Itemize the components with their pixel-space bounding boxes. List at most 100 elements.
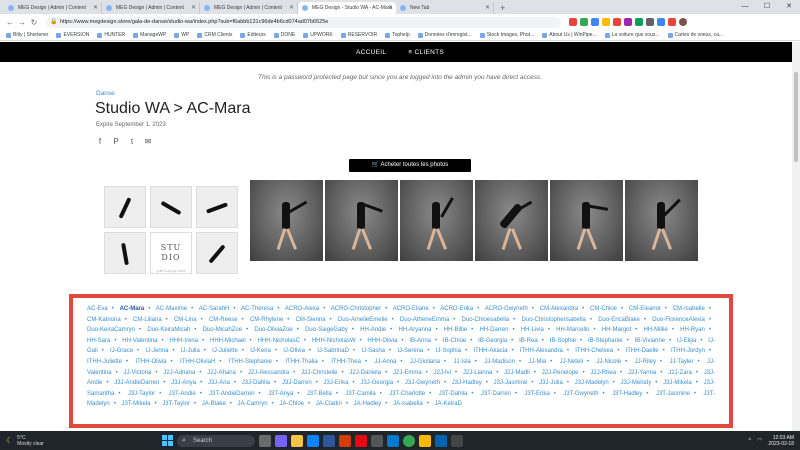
browser-tab[interactable]: MEG Design | Admin | Content ✕: [4, 2, 102, 14]
bookmark-item[interactable]: ManageWP: [133, 32, 166, 38]
client-name-link[interactable]: CM-Sienna: [296, 317, 326, 323]
client-name-link[interactable]: ITHH-Jordyn: [671, 348, 705, 354]
client-name-link[interactable]: J3J-Dahlia: [242, 380, 270, 386]
client-name-link[interactable]: J3J-Mikela: [663, 380, 692, 386]
photo-collage[interactable]: STU DIO JoBi Cottrupt 2023: [104, 186, 240, 276]
extension-icon[interactable]: [602, 18, 610, 26]
buy-all-photos-button[interactable]: 🛒 Acheter toutes les photos: [349, 159, 471, 172]
client-name-link[interactable]: JA-Chloe: [279, 401, 304, 407]
client-name-link[interactable]: ITHH-Thalia: [285, 359, 317, 365]
word-icon[interactable]: [323, 434, 335, 447]
close-tab-icon[interactable]: ✕: [289, 2, 294, 14]
client-name-link[interactable]: J3J-Anya: [171, 380, 196, 386]
close-tab-icon[interactable]: ✕: [388, 2, 393, 14]
close-tab-icon[interactable]: ✕: [93, 2, 98, 14]
category-link[interactable]: Danse: [96, 90, 115, 97]
client-name-link[interactable]: J2J-Zara: [668, 370, 692, 376]
client-name-link[interactable]: CM-Isabelle: [673, 306, 705, 312]
twitter-icon[interactable]: t: [128, 137, 136, 146]
client-name-link[interactable]: J2J-Yanna: [628, 370, 656, 376]
client-name-link[interactable]: ITHH-OliviaH: [180, 359, 215, 365]
client-name-link[interactable]: J3T-Bella: [307, 391, 332, 397]
client-name-link[interactable]: J3J-Aria: [208, 380, 230, 386]
client-name-link[interactable]: ITHH-Chelsea: [575, 348, 613, 354]
client-name-link[interactable]: J3J-Darren: [282, 380, 312, 386]
client-name-link[interactable]: J3T-Taylor: [162, 401, 190, 407]
new-tab-button[interactable]: +: [494, 2, 511, 14]
client-name-link[interactable]: IB-Vivianne: [635, 338, 666, 344]
gallery-photo[interactable]: [475, 180, 548, 261]
windows-start-icon[interactable]: [162, 435, 173, 446]
client-name-link[interactable]: J3J-Jasmine: [494, 380, 528, 386]
client-name-link[interactable]: J3J-AndieDarren: [114, 380, 159, 386]
bookmark-item[interactable]: Stock Images, Phot...: [479, 32, 534, 38]
client-name-link[interactable]: Duo-EricaBlake: [598, 317, 640, 323]
reload-icon[interactable]: ↻: [28, 18, 40, 27]
client-name-link[interactable]: J3T-Camila: [345, 391, 375, 397]
client-name-link[interactable]: JA-Isabella: [393, 401, 423, 407]
client-name-link[interactable]: HHH-NicholasW: [312, 338, 356, 344]
chrome-icon[interactable]: [403, 434, 415, 447]
client-name-link[interactable]: J3T-Darren: [481, 391, 511, 397]
client-name-link[interactable]: JA-KeiraD: [435, 401, 462, 407]
close-tab-icon[interactable]: ✕: [191, 2, 196, 14]
address-bar[interactable]: 🔒 https://www.megdesign.store/gala-de-da…: [46, 16, 561, 28]
client-name-link[interactable]: IJ-Olivia: [283, 348, 305, 354]
vscode-icon[interactable]: [387, 434, 399, 447]
client-name-link[interactable]: ACRO-Erika: [440, 306, 473, 312]
client-name-link[interactable]: J2J-Christelle: [301, 370, 337, 376]
client-name-link[interactable]: HH-Darren: [479, 327, 508, 333]
client-name-link[interactable]: HH-Livia: [521, 327, 544, 333]
client-name-link[interactable]: AC-Maxime: [156, 306, 187, 312]
taskview-icon[interactable]: [259, 434, 271, 447]
bookmark-item[interactable]: Données d'enregist...: [417, 32, 472, 38]
bookmark-item[interactable]: About Us | WinPipe...: [542, 32, 597, 38]
client-name-link[interactable]: J2J-Lianna: [463, 370, 492, 376]
browser-tab[interactable]: New Tab ✕: [396, 2, 494, 14]
wifi-icon[interactable]: ◠: [757, 437, 762, 444]
bookmark-item[interactable]: Bitly | Shortener: [6, 32, 48, 38]
client-name-link[interactable]: AC-Eva: [87, 306, 108, 312]
close-tab-icon[interactable]: ✕: [485, 2, 490, 14]
client-name-link[interactable]: Duo-AmelieEmelie: [338, 317, 388, 323]
client-name-link[interactable]: J3J-Julia: [539, 380, 563, 386]
extension-icon[interactable]: [569, 18, 577, 26]
client-name-link[interactable]: IJ-Elijia: [677, 338, 696, 344]
client-name-link[interactable]: J3T-Jasmine: [656, 391, 690, 397]
client-name-link[interactable]: Duo-AtheneEmma: [400, 317, 449, 323]
client-name-link[interactable]: Duo-Christopherisabella: [522, 317, 586, 323]
client-name-link[interactable]: IJ-Juliette: [212, 348, 238, 354]
app-icon[interactable]: [371, 434, 383, 447]
client-name-link[interactable]: JJ-Victoria: [124, 370, 152, 376]
client-name-link[interactable]: IB-Chloe: [443, 338, 466, 344]
client-name-link[interactable]: J3J-Gwyneth: [405, 380, 440, 386]
client-name-link[interactable]: JJ-Mia: [528, 359, 546, 365]
client-name-link[interactable]: IJ-Julia: [181, 348, 200, 354]
client-name-link[interactable]: IJ-Grace: [110, 348, 133, 354]
client-name-link[interactable]: IJ-SabrinaD: [317, 348, 349, 354]
client-name-link[interactable]: HH-Ryan: [680, 327, 705, 333]
bookmark-item[interactable]: DONE: [273, 32, 295, 38]
client-name-link[interactable]: J2J-Penelope: [542, 370, 579, 376]
taskbar-search[interactable]: ⌕ Search: [177, 434, 255, 447]
client-name-link[interactable]: IB-Georgia: [478, 338, 507, 344]
client-name-link[interactable]: CM-Katriona: [87, 317, 121, 323]
client-name-link[interactable]: HH-Billie: [444, 327, 467, 333]
client-name-link[interactable]: AC-SarahH: [199, 306, 230, 312]
client-name-link[interactable]: Duo-SaigeGaby: [305, 327, 348, 333]
client-name-link[interactable]: J3J-Hadley: [452, 380, 482, 386]
nav-accueil[interactable]: ACCUEIL: [356, 49, 386, 56]
bookmark-item[interactable]: La voiture que vous...: [604, 32, 660, 38]
client-name-link[interactable]: JJ-Nicole: [596, 359, 621, 365]
client-name-link[interactable]: HH-Sara: [87, 338, 110, 344]
client-name-link[interactable]: ACRO-Alexa: [285, 306, 319, 312]
client-name-link[interactable]: CM-Rhylene: [250, 317, 283, 323]
tray-chevron-icon[interactable]: ^: [748, 438, 751, 444]
client-name-link[interactable]: HHH-Michael: [210, 338, 246, 344]
client-name-link[interactable]: J3T-Dahlia: [439, 391, 468, 397]
netflix-icon[interactable]: [355, 434, 367, 447]
client-name-link[interactable]: JA-Camryn: [238, 401, 268, 407]
nav-clients[interactable]: ≡ CLIENTS: [408, 49, 444, 56]
client-name-link[interactable]: CM-Alexandra: [540, 306, 578, 312]
client-name-link[interactable]: Duo-Chloesabella: [462, 317, 510, 323]
